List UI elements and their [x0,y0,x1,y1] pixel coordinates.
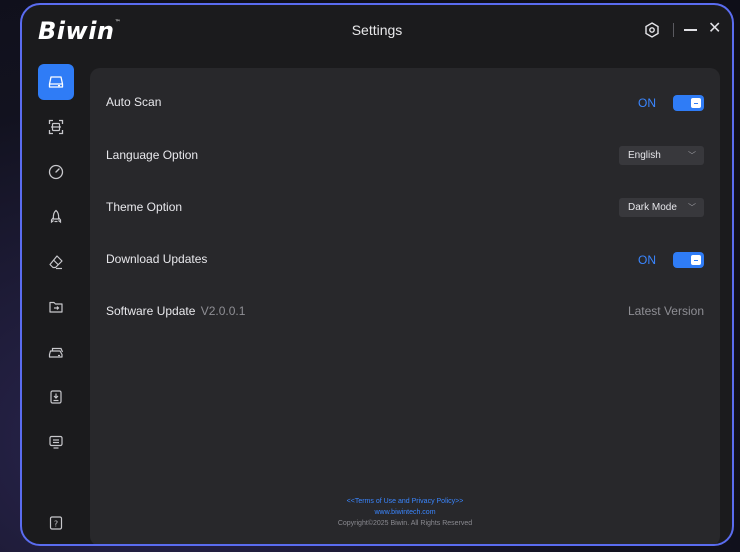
setting-row-software-update: Software Update V2.0.0.1 Latest Version [106,300,704,324]
folder-transfer-icon [49,301,63,313]
theme-label: Theme Option [106,200,183,214]
titlebar-divider [673,23,674,37]
help-glyph: ? [54,520,58,529]
settings-panel: Auto Scan ON Language Option English ﹀ T… [90,68,720,544]
setting-row-download-updates: Download Updates ON [106,248,704,272]
drive-clone-icon [48,347,64,358]
theme-value: Dark Mode [628,202,677,213]
update-status: Latest Version [627,304,704,318]
sidebar-item-speed[interactable] [38,154,74,190]
website-link[interactable]: www.biwintech.com [90,507,720,518]
minimize-button[interactable] [684,29,697,31]
sidebar-item-migrate[interactable] [38,289,74,325]
sidebar-item-drive[interactable] [38,64,74,100]
setting-row-language: Language Option English ﹀ [106,144,704,168]
monitor-icon [49,435,63,449]
sidebar-item-clone[interactable] [38,334,74,370]
firmware-icon [50,390,62,404]
title-bar[interactable]: Biwin™ Settings ✕ [22,5,732,57]
sidebar-item-monitor[interactable] [38,424,74,460]
close-button[interactable]: ✕ [708,20,721,38]
software-update-label: Software Update V2.0.0.1 [106,304,246,318]
language-select[interactable]: English ﹀ [619,146,704,165]
auto-scan-state: ON [638,96,656,110]
sidebar-item-firmware[interactable] [38,379,74,415]
theme-select[interactable]: Dark Mode ﹀ [619,198,704,217]
chevron-down-icon: ﹀ [688,151,696,160]
download-updates-state: ON [638,253,656,267]
sidebar-item-erase[interactable] [38,244,74,280]
download-updates-toggle[interactable] [673,252,704,268]
copyright-text: Copyright©2025 Biwin. All Rights Reserve… [337,520,473,527]
chevron-down-icon: ﹀ [688,203,696,212]
software-version: V2.0.0.1 [200,304,246,318]
sidebar-item-scan[interactable] [38,109,74,145]
terms-link[interactable]: <<Terms of Use and Privacy Policy>> [90,496,720,507]
sidebar-item-help[interactable]: ? [38,505,74,541]
speed-gauge-icon [48,164,64,180]
auto-scan-label: Auto Scan [106,95,162,109]
scan-icon [48,119,64,135]
eraser-icon [49,255,63,270]
app-window: Biwin™ Settings ✕ ? Auto Scan ON Languag… [20,3,734,546]
rocket-icon [50,209,62,224]
language-label: Language Option [106,148,199,162]
download-updates-label: Download Updates [106,252,208,266]
gear-icon[interactable] [644,22,660,38]
help-icon: ? [49,516,63,530]
setting-row-theme: Theme Option Dark Mode ﹀ [106,196,704,220]
drive-icon [48,76,64,88]
language-value: English [628,150,661,161]
footer: <<Terms of Use and Privacy Policy>> www.… [90,496,720,529]
window-title: Settings [351,22,403,38]
sidebar-item-boost[interactable] [38,199,74,235]
setting-row-auto-scan: Auto Scan ON [106,91,704,115]
auto-scan-toggle[interactable] [673,95,704,111]
